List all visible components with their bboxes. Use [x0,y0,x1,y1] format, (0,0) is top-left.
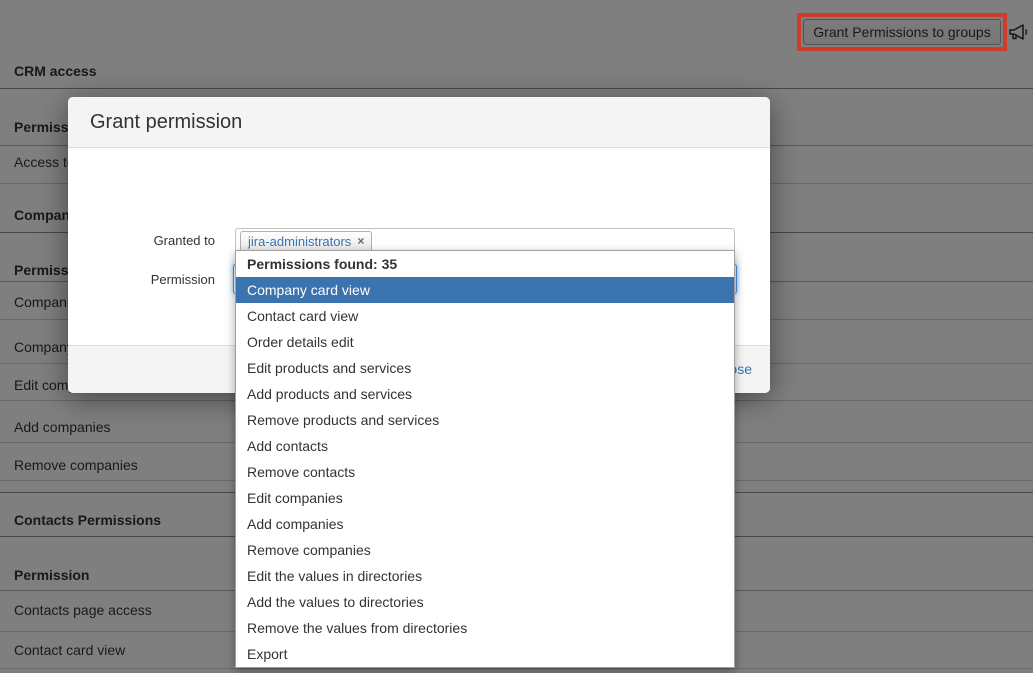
dropdown-item[interactable]: Remove contacts [236,459,734,485]
dropdown-results-count: Permissions found: 35 [236,251,734,277]
dropdown-item[interactable]: Add products and services [236,381,734,407]
dropdown-item[interactable]: Remove companies [236,537,734,563]
dropdown-item[interactable]: Add the values to directories [236,589,734,615]
dropdown-item[interactable]: Remove products and services [236,407,734,433]
screen: Grant Permissions to groups CRM access P… [0,0,1033,673]
permissions-suggestions-dropdown: Permissions found: 35 Company card view … [235,250,735,668]
dropdown-item[interactable]: Add contacts [236,433,734,459]
dropdown-item[interactable]: Add companies [236,511,734,537]
tag-jira-administrators: jira-administrators × [240,231,372,252]
permission-label: Permission [68,272,215,287]
dialog-header: Grant permission [68,97,770,148]
tag-label: jira-administrators [248,234,351,249]
dropdown-item[interactable]: Company card view [236,277,734,303]
dialog-title: Grant permission [90,97,242,148]
dropdown-item[interactable]: Edit the values in directories [236,563,734,589]
dropdown-item[interactable]: Contact card view [236,303,734,329]
dropdown-item[interactable]: Edit companies [236,485,734,511]
dropdown-item[interactable]: Remove the values from directories [236,615,734,641]
dropdown-item[interactable]: Export [236,641,734,667]
granted-to-label: Granted to [68,233,215,248]
dropdown-item[interactable]: Edit products and services [236,355,734,381]
tag-remove-icon[interactable]: × [357,234,364,249]
dropdown-item[interactable]: Order details edit [236,329,734,355]
